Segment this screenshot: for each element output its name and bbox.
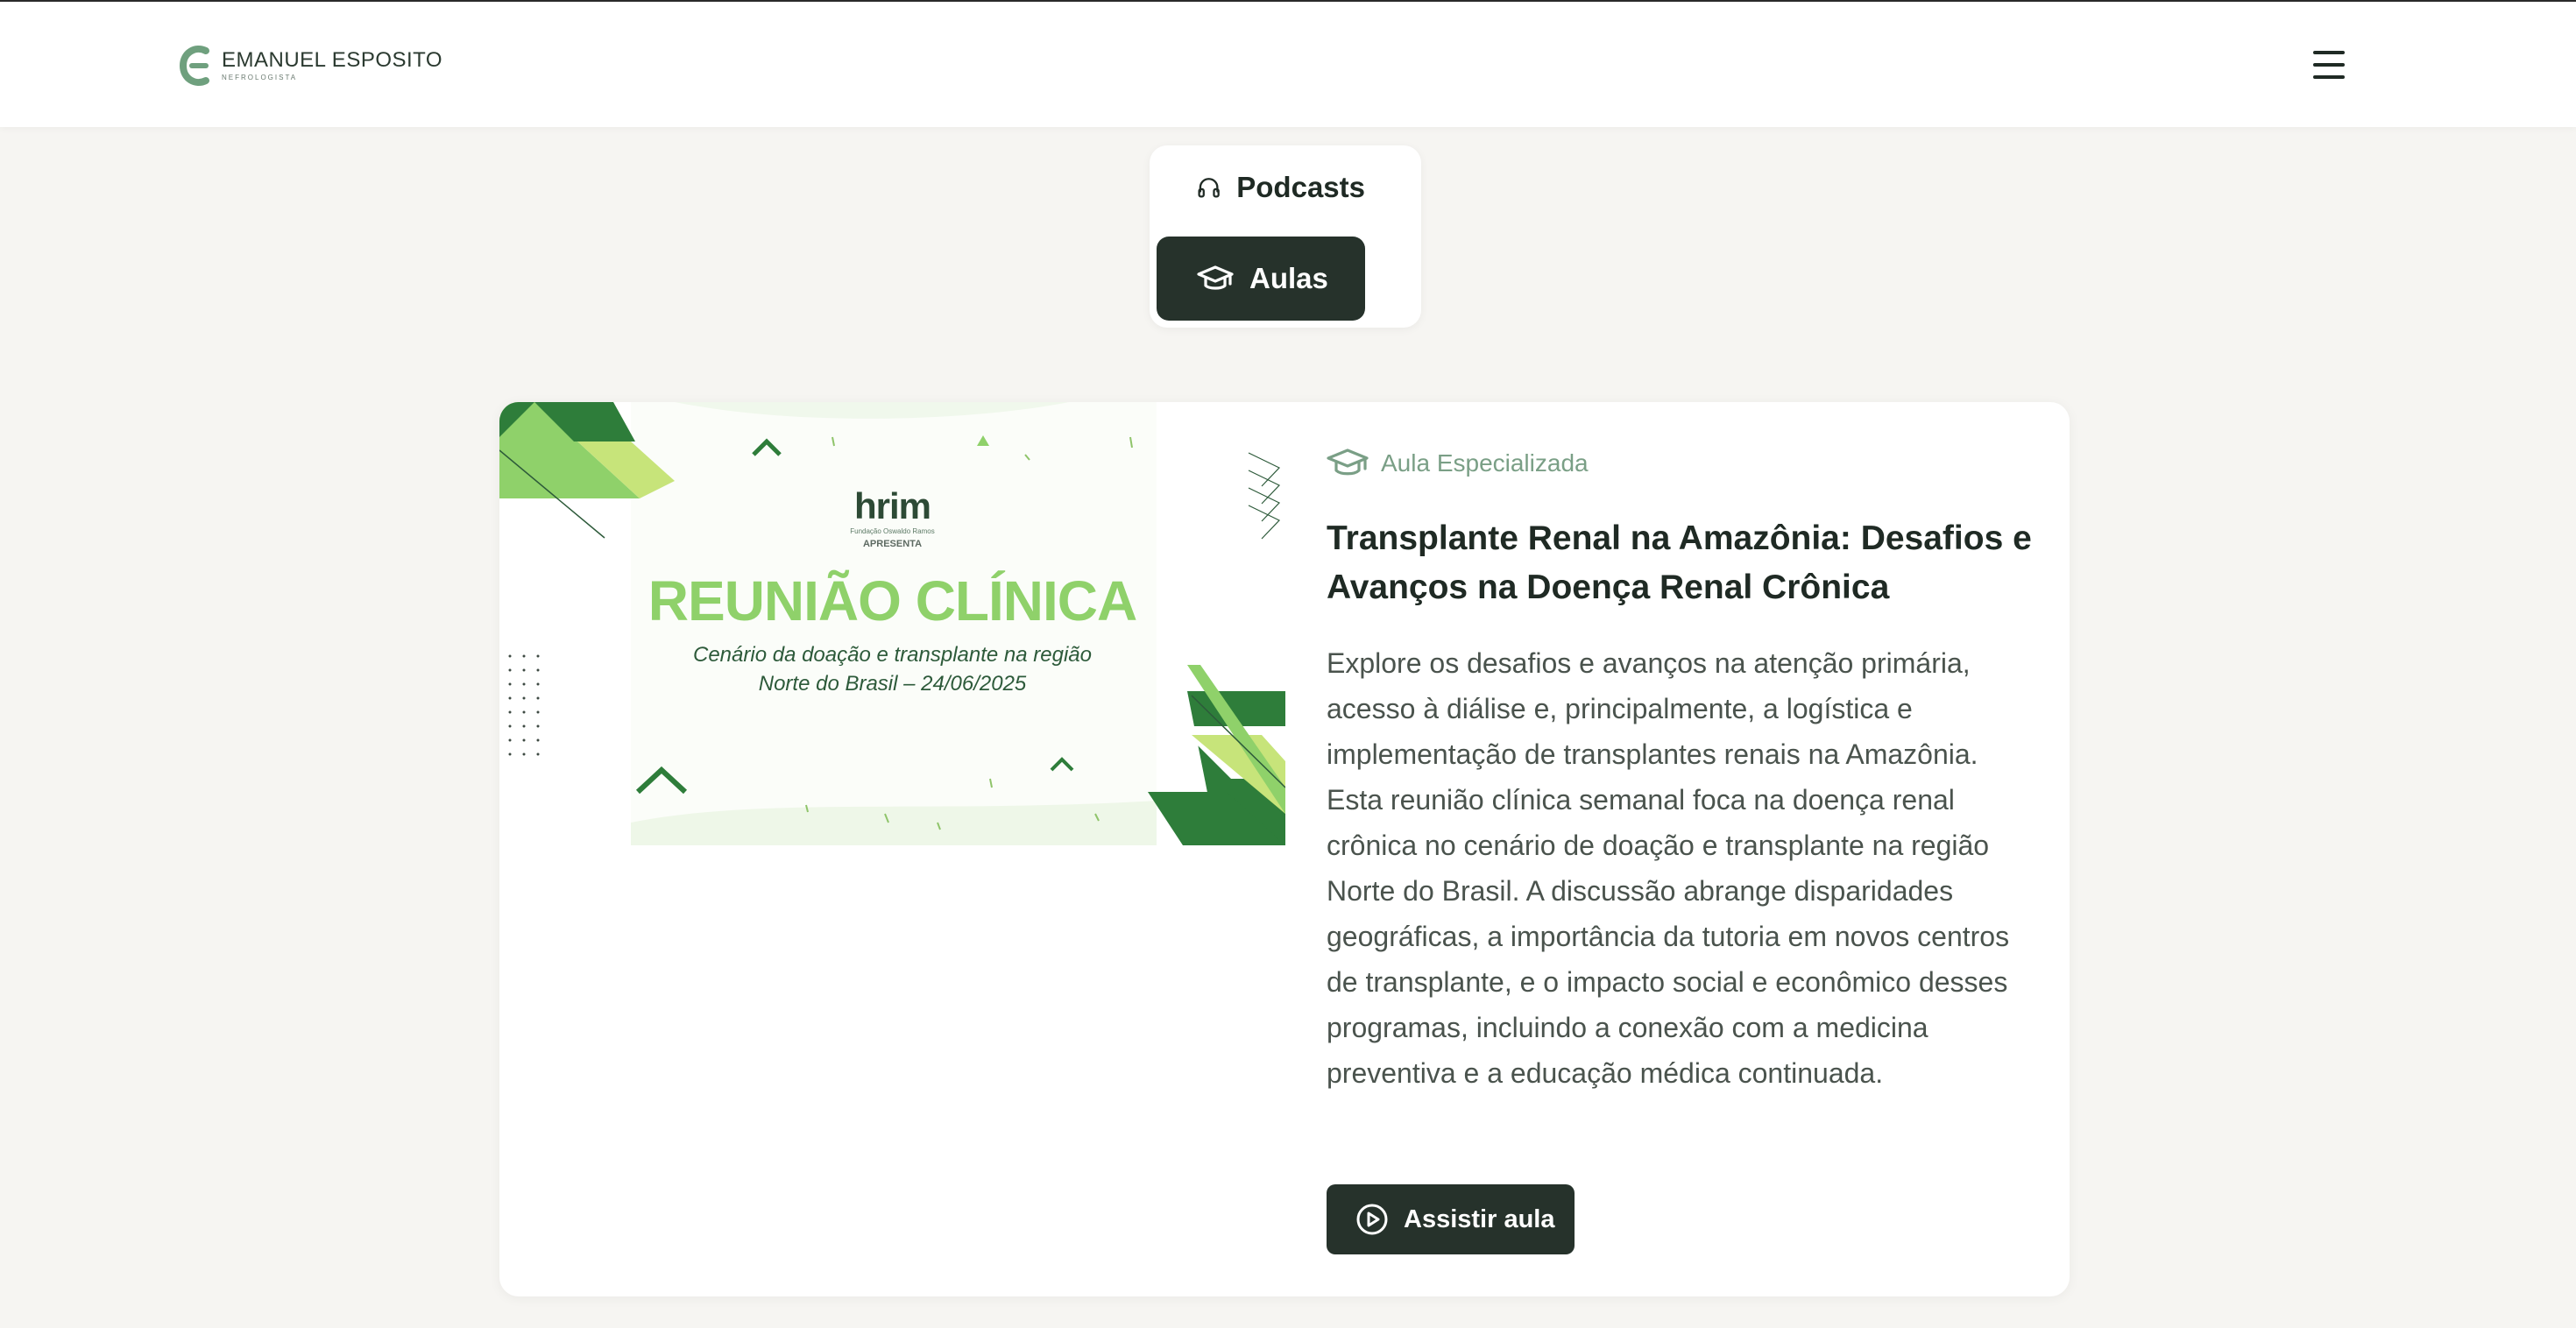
lesson-thumbnail[interactable]: hrim Fundação Oswaldo Ramos APRESENTA RE… bbox=[499, 402, 1285, 845]
hamburger-icon-line bbox=[2313, 63, 2345, 67]
thumbnail-subtitle-line-2: Norte do Brasil – 24/06/2025 bbox=[758, 672, 1027, 696]
tab-podcasts-label: Podcasts bbox=[1236, 171, 1365, 203]
thumbnail-brand: hrim bbox=[853, 485, 931, 526]
headphones-icon bbox=[1198, 178, 1220, 198]
logo-mark-icon bbox=[180, 46, 209, 86]
thumbnail-presents: APRESENTA bbox=[862, 539, 923, 549]
graduation-cap-icon bbox=[1327, 449, 1369, 476]
thumbnail-subtitle-line-1: Cenário da doação e transplante na regiã… bbox=[693, 643, 1092, 667]
tab-aulas[interactable]: Aulas bbox=[1157, 237, 1365, 321]
tab-podcasts[interactable]: Podcasts bbox=[1157, 145, 1365, 230]
thumbnail-headline: REUNIÃO CLÍNICA bbox=[648, 569, 1137, 632]
logo-name: EMANUEL ESPOSITO bbox=[222, 48, 443, 72]
watch-lesson-label: Assistir aula bbox=[1404, 1204, 1555, 1233]
lesson-card: hrim Fundação Oswaldo Ramos APRESENTA RE… bbox=[499, 402, 2070, 1296]
logo-subtitle: NEFROLOGISTA bbox=[222, 74, 298, 81]
lesson-description: Explore os desafios e avanços na atenção… bbox=[1327, 647, 2010, 1089]
hamburger-menu-button[interactable] bbox=[2310, 47, 2348, 82]
site-logo[interactable]: EMANUEL ESPOSITO NEFROLOGISTA bbox=[180, 44, 442, 88]
hamburger-icon-line bbox=[2313, 75, 2345, 79]
lesson-title: Transplante Renal na Amazônia: Desafios … bbox=[1327, 519, 2032, 606]
tab-aulas-label: Aulas bbox=[1249, 262, 1328, 294]
lesson-category-badge: Aula Especializada bbox=[1327, 446, 1589, 481]
hamburger-icon-line bbox=[2313, 51, 2345, 54]
thumbnail-brand-subtitle: Fundação Oswaldo Ramos bbox=[850, 527, 935, 535]
content-type-tabs: Podcasts Aulas bbox=[1150, 145, 1421, 328]
watch-lesson-button[interactable]: Assistir aula bbox=[1327, 1184, 1575, 1254]
play-circle-icon bbox=[1356, 1204, 1388, 1235]
graduation-cap-icon bbox=[1197, 265, 1234, 290]
thumbnail-subtitle: Cenário da doação e transplante na regiã… bbox=[499, 640, 1285, 698]
top-navigation-bar: EMANUEL ESPOSITO NEFROLOGISTA bbox=[0, 0, 2576, 127]
lesson-category-label: Aula Especializada bbox=[1381, 449, 1589, 477]
